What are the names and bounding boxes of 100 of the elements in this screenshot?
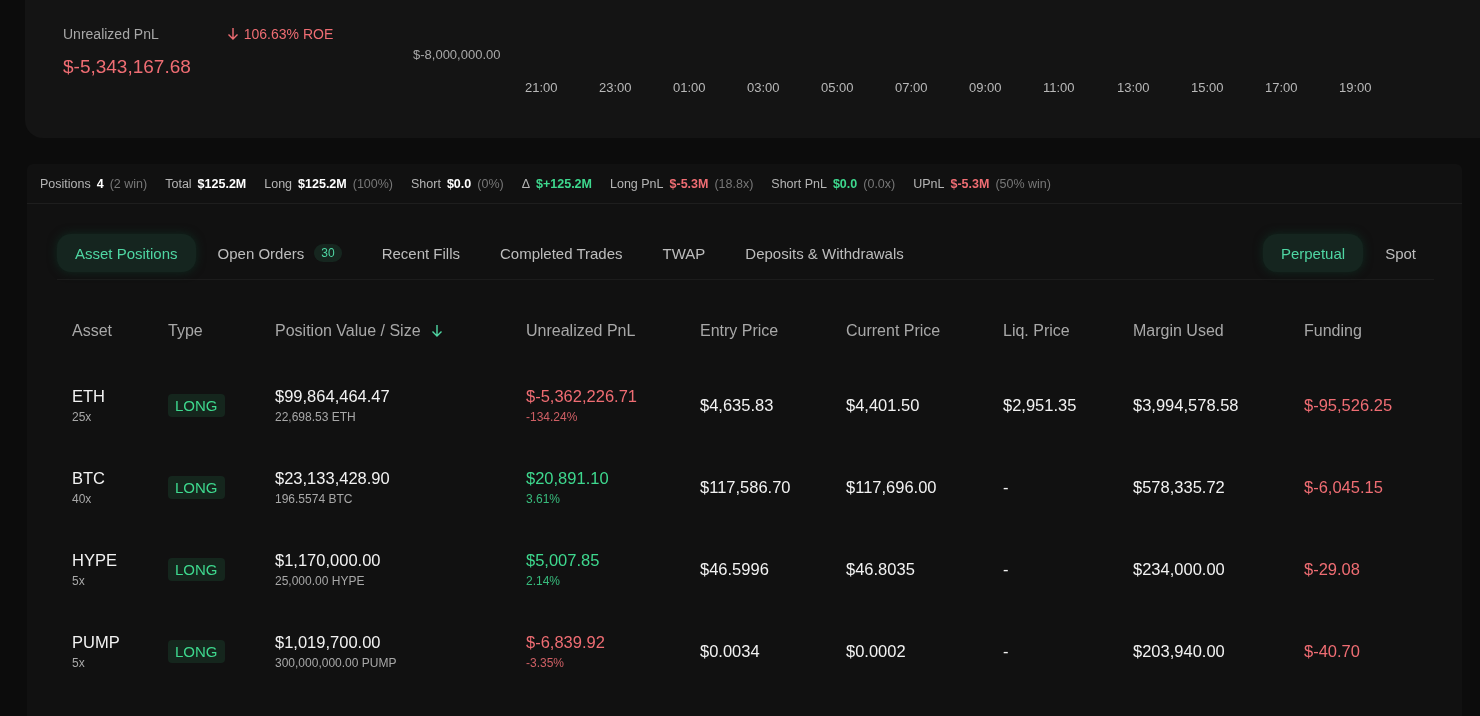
- position-value: $99,864,464.47: [275, 386, 390, 406]
- market-toggle[interactable]: Perpetual: [1262, 234, 1364, 272]
- pnl-percent: -134.24%: [526, 409, 578, 424]
- stat-value: $0.0: [446, 177, 472, 191]
- stat-note: (100%): [352, 177, 394, 191]
- axis-label: 13:00: [1117, 80, 1151, 95]
- market-toggle[interactable]: Spot: [1367, 234, 1434, 272]
- asset-name: BTC: [72, 468, 105, 488]
- position-size: 22,698.53 ETH: [275, 409, 356, 424]
- position-type-tag: LONG: [168, 475, 225, 499]
- column-header: Type: [168, 322, 204, 340]
- leverage: 5x: [72, 573, 85, 588]
- margin-used: $578,335.72: [1133, 477, 1225, 497]
- column-header: Unrealized PnL: [526, 322, 637, 340]
- tab[interactable]: Asset Positions: [57, 234, 196, 272]
- margin-used: $234,000.00: [1133, 559, 1225, 579]
- stat-value: $125.2M: [298, 177, 347, 191]
- stat-label: Total: [165, 177, 192, 191]
- stat-label: Long PnL: [610, 177, 664, 191]
- leverage: 40x: [72, 491, 92, 506]
- pnl-percent: 2.14%: [526, 573, 561, 588]
- axis-label: 05:00: [821, 80, 855, 95]
- axis-label: 15:00: [1191, 80, 1225, 95]
- asset-name: PUMP: [72, 632, 120, 652]
- stat-label: Long: [264, 177, 293, 191]
- stat-value: $0.0: [832, 177, 858, 191]
- funding-value: $-6,045.15: [1304, 477, 1383, 497]
- column-header: Asset: [72, 322, 113, 340]
- column-header: Current Price: [846, 322, 942, 340]
- stat-note: (0%): [477, 177, 504, 191]
- axis-label: 03:00: [747, 80, 781, 95]
- margin-used: $203,940.00: [1133, 641, 1225, 661]
- tab[interactable]: TWAP: [644, 234, 724, 272]
- axis-label: 11:00: [1043, 80, 1076, 95]
- stat-label: Short: [411, 177, 441, 191]
- stat-value: $-5.3M: [950, 177, 990, 191]
- tab[interactable]: Completed Trades: [482, 234, 641, 272]
- axis-label: 09:00: [969, 80, 1003, 95]
- funding-value: $-29.08: [1304, 559, 1360, 579]
- position-type-tag: LONG: [168, 639, 225, 663]
- stat-value: $-5.3M: [669, 177, 709, 191]
- entry-price: $0.0034: [700, 641, 760, 661]
- stat-note: (0.0x): [863, 177, 896, 191]
- column-header: Margin Used: [1133, 322, 1225, 340]
- current-price: $4,401.50: [846, 395, 920, 415]
- column-header: Entry Price: [700, 322, 780, 340]
- stat-label: Short PnL: [771, 177, 827, 191]
- axis-label: 21:00: [525, 80, 559, 95]
- liquidation-price: -: [1003, 641, 1009, 661]
- tab[interactable]: Open Orders 30: [199, 234, 360, 272]
- stat-value: $125.2M: [197, 177, 247, 191]
- roe-value: 106.63% ROE: [243, 26, 334, 42]
- stat-value: 4: [96, 177, 104, 191]
- stat-label: UPnL: [913, 177, 945, 191]
- column-header[interactable]: Position Value / Size: [275, 322, 526, 340]
- stat-note: (50% win): [995, 177, 1051, 191]
- stat-label: Δ: [521, 177, 531, 191]
- pnl-label: Unrealized PnL: [63, 26, 159, 42]
- axis-label: 23:00: [599, 80, 633, 95]
- stat-note: (18.8x): [714, 177, 754, 191]
- leverage: 25x: [72, 409, 92, 424]
- stat-label: Positions: [40, 177, 91, 191]
- pnl-value: $5,007.85: [526, 550, 600, 570]
- axis-label: 17:00: [1265, 80, 1299, 95]
- entry-price: $117,586.70: [700, 477, 791, 497]
- asset-name: ETH: [72, 386, 105, 406]
- count-badge: 30: [314, 244, 342, 262]
- position-value: $23,133,428.90: [275, 468, 390, 488]
- tab[interactable]: Recent Fills: [363, 234, 478, 272]
- position-value: $1,170,000.00: [275, 550, 381, 570]
- axis-label: $-8,000,000.00: [413, 47, 502, 62]
- stat-note: (2 win): [109, 177, 148, 191]
- position-size: 25,000.00 HYPE: [275, 573, 365, 588]
- position-size: 300,000,000.00 PUMP: [275, 655, 397, 670]
- current-price: $46.8035: [846, 559, 915, 579]
- axis-label: 01:00: [673, 80, 707, 95]
- margin-used: $3,994,578.58: [1133, 395, 1239, 415]
- entry-price: $4,635.83: [700, 395, 774, 415]
- liquidation-price: -: [1003, 477, 1009, 497]
- asset-name: HYPE: [72, 550, 117, 570]
- entry-price: $46.5996: [700, 559, 769, 579]
- down-arrow-icon: [226, 27, 239, 41]
- pnl-percent: -3.35%: [526, 655, 565, 670]
- liquidation-price: $2,951.35: [1003, 395, 1077, 415]
- pnl-value: $-5,362,226.71: [526, 386, 637, 406]
- current-price: $0.0002: [846, 641, 906, 661]
- current-price: $117,696.00: [846, 477, 937, 497]
- pnl-value: $-5,343,167.68: [63, 56, 192, 78]
- axis-label: 07:00: [895, 80, 929, 95]
- funding-value: $-40.70: [1304, 641, 1360, 661]
- column-header: Funding: [1304, 322, 1363, 340]
- tab[interactable]: Deposits & Withdrawals: [727, 234, 922, 272]
- axis-label: 19:00: [1339, 80, 1373, 95]
- pnl-value: $-6,839.92: [526, 632, 605, 652]
- leverage: 5x: [72, 655, 85, 670]
- pnl-percent: 3.61%: [526, 491, 561, 506]
- liquidation-price: -: [1003, 559, 1009, 579]
- stat-value: $+125.2M: [536, 177, 592, 191]
- position-type-tag: LONG: [168, 557, 225, 581]
- position-type-tag: LONG: [168, 393, 225, 417]
